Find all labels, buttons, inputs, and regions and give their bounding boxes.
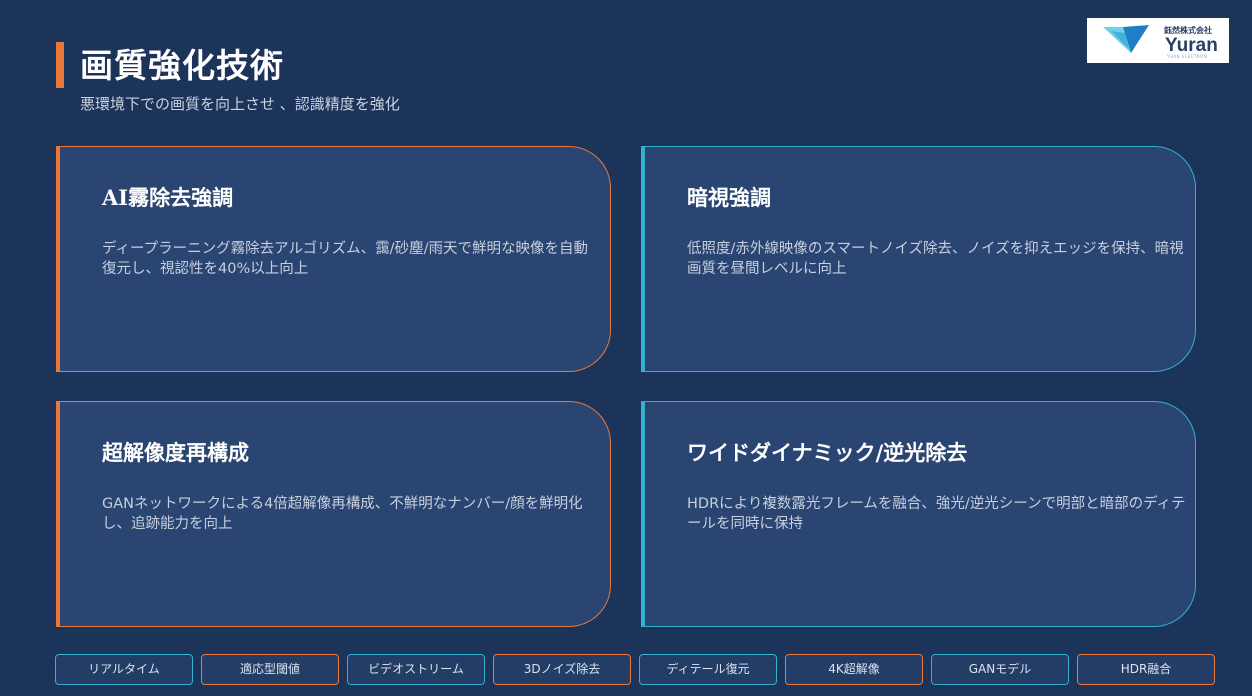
page-subtitle: 悪環境下での画質を向上させ 、認識精度を強化 bbox=[80, 95, 400, 113]
card-title: AI霧除去強調 bbox=[102, 185, 234, 210]
yuran-logo-icon bbox=[1103, 25, 1149, 53]
tag-detail-restore: ディテール復元 bbox=[639, 654, 777, 685]
card-ai-dehaze: AI霧除去強調 ディープラーニング霧除去アルゴリズム、靄/砂塵/雨天で鮮明な映像… bbox=[56, 146, 614, 372]
tag-video-stream: ビデオストリーム bbox=[347, 654, 485, 685]
card-panel: ワイドダイナミック/逆光除去 HDRにより複数露光フレームを融合、強光/逆光シー… bbox=[645, 401, 1196, 627]
card-panel: AI霧除去強調 ディープラーニング霧除去アルゴリズム、靄/砂塵/雨天で鮮明な映像… bbox=[60, 146, 611, 372]
tag-realtime: リアルタイム bbox=[55, 654, 193, 685]
card-title: 超解像度再構成 bbox=[102, 440, 249, 465]
tag-gan-model: GANモデル bbox=[931, 654, 1069, 685]
card-title: 暗視強調 bbox=[687, 185, 771, 210]
card-description: HDRにより複数露光フレームを融合、強光/逆光シーンで明部と暗部のディテールを同… bbox=[687, 496, 1186, 532]
tag-3d-denoise: 3Dノイズ除去 bbox=[493, 654, 631, 685]
tag-adaptive-threshold: 適応型閾値 bbox=[201, 654, 339, 685]
tag-4k-super-resolution: 4K超解像 bbox=[785, 654, 923, 685]
company-logo: 鈺然株式会社 Yuran YUAN ELECTRON bbox=[1087, 18, 1229, 63]
card-title: ワイドダイナミック/逆光除去 bbox=[687, 440, 968, 465]
tag-hdr-fusion: HDR融合 bbox=[1077, 654, 1215, 685]
card-description: ディープラーニング霧除去アルゴリズム、靄/砂塵/雨天で鮮明な映像を自動復元し、視… bbox=[102, 241, 588, 277]
card-super-resolution: 超解像度再構成 GANネットワークによる4倍超解像再構成、不鮮明なナンバー/顔を… bbox=[56, 401, 614, 627]
card-description: 低照度/赤外線映像のスマートノイズ除去、ノイズを抑えエッジを保持、暗視画質を昼間… bbox=[687, 241, 1184, 277]
logo-tagline: YUAN ELECTRON bbox=[1167, 54, 1208, 59]
feature-tag-row: リアルタイム 適応型閾値 ビデオストリーム 3Dノイズ除去 ディテール復元 4K… bbox=[55, 654, 1217, 686]
card-panel: 超解像度再構成 GANネットワークによる4倍超解像再構成、不鮮明なナンバー/顔を… bbox=[60, 401, 611, 627]
card-panel: 暗視強調 低照度/赤外線映像のスマートノイズ除去、ノイズを抑えエッジを保持、暗視… bbox=[645, 146, 1196, 372]
card-wide-dynamic: ワイドダイナミック/逆光除去 HDRにより複数露光フレームを融合、強光/逆光シー… bbox=[641, 401, 1199, 627]
card-night-vision: 暗視強調 低照度/赤外線映像のスマートノイズ除去、ノイズを抑えエッジを保持、暗視… bbox=[641, 146, 1199, 372]
page-title: 画質強化技術 bbox=[80, 46, 284, 85]
title-accent-bar bbox=[56, 42, 64, 88]
card-description: GANネットワークによる4倍超解像再構成、不鮮明なナンバー/顔を鮮明化し、追跡能… bbox=[102, 496, 583, 532]
